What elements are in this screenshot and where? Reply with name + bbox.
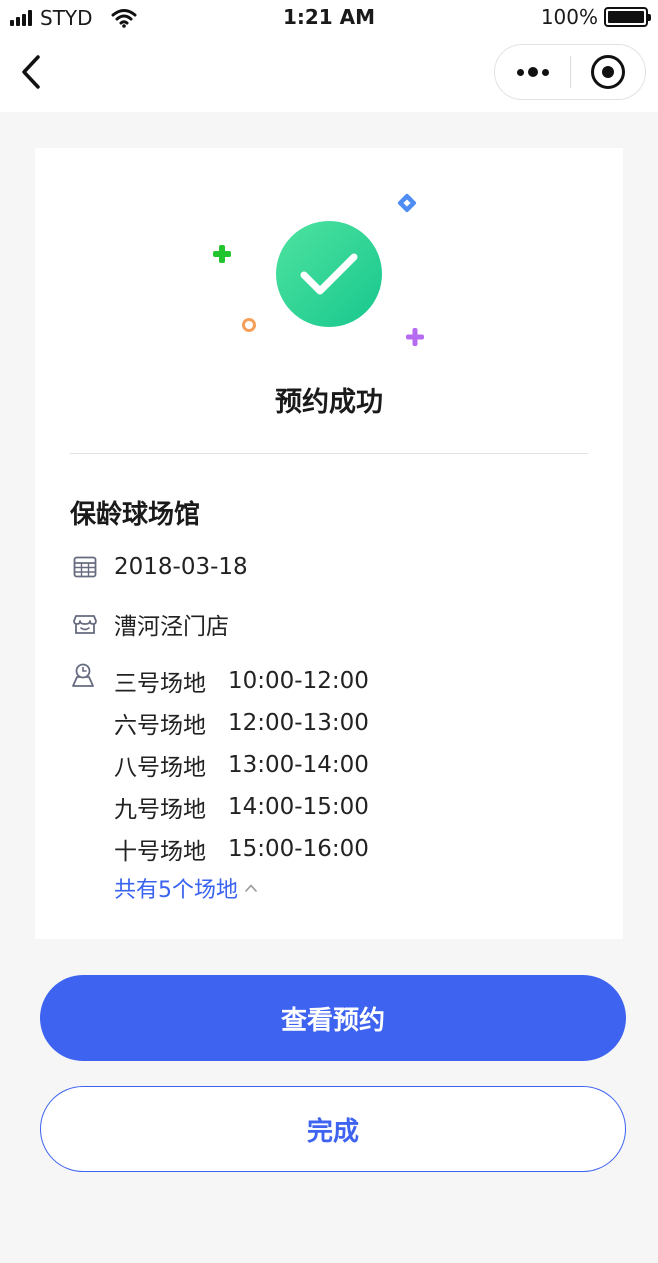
court-name: 六号场地	[114, 713, 206, 739]
plus-purple-icon	[406, 328, 424, 346]
court-time: 12:00-13:00	[228, 710, 369, 736]
booking-result-card: 预约成功 保龄球场馆 2018-03-18 漕河泾门店 三号场地 10:00-1…	[35, 148, 623, 939]
location-time-icon	[70, 662, 100, 692]
status-bar: STYD 1:21 AM 100%	[0, 0, 658, 36]
plus-green-icon	[213, 245, 231, 263]
court-name: 九号场地	[114, 797, 206, 823]
success-title: 预约成功	[275, 387, 383, 418]
court-list: 三号场地 10:00-12:00 六号场地 12:00-13:00 八号场地 1…	[114, 660, 369, 870]
court-row: 八号场地 13:00-14:00	[114, 744, 369, 786]
court-time: 15:00-16:00	[228, 836, 369, 862]
courts-summary: 共有5个场地	[114, 878, 238, 903]
booking-date: 2018-03-18	[114, 554, 248, 580]
checkmark-icon	[300, 253, 358, 295]
store-icon	[70, 609, 100, 639]
view-booking-button[interactable]: 查看预约	[40, 975, 626, 1061]
venue-title: 保龄球场馆	[70, 500, 201, 530]
court-name: 三号场地	[114, 671, 206, 697]
court-row: 九号场地 14:00-15:00	[114, 786, 369, 828]
court-time: 14:00-15:00	[228, 794, 369, 820]
close-button[interactable]	[571, 45, 645, 99]
mini-program-capsule	[494, 44, 646, 100]
court-row: 六号场地 12:00-13:00	[114, 702, 369, 744]
more-button[interactable]	[495, 45, 570, 99]
battery-icon	[604, 7, 651, 27]
done-button[interactable]: 完成	[40, 1086, 626, 1172]
more-dots-icon	[516, 68, 524, 76]
success-illustration: 预约成功	[35, 148, 623, 448]
calendar-icon	[70, 552, 100, 582]
store-row: 漕河泾门店	[70, 607, 229, 641]
ring-orange-icon	[242, 318, 256, 332]
navigation-bar	[0, 36, 658, 112]
chevron-left-icon	[22, 55, 40, 89]
more-dot-right	[541, 68, 549, 76]
court-name: 十号场地	[114, 839, 206, 865]
date-row: 2018-03-18	[70, 552, 248, 582]
court-name: 八号场地	[114, 755, 206, 781]
collapse-courts-toggle[interactable]: 共有5个场地	[114, 872, 258, 904]
target-circle-icon	[590, 55, 625, 89]
check-circle-icon	[276, 221, 382, 327]
court-time: 10:00-12:00	[228, 668, 369, 694]
court-time: 13:00-14:00	[228, 752, 369, 778]
more-dot-center	[527, 67, 538, 77]
diamond-blue-icon	[397, 193, 417, 213]
court-row: 十号场地 15:00-16:00	[114, 828, 369, 870]
back-button[interactable]	[14, 52, 50, 92]
battery-label: 100%	[540, 5, 598, 29]
court-row: 三号场地 10:00-12:00	[114, 660, 369, 702]
chevron-up-icon	[245, 884, 257, 892]
status-right: 100%	[540, 5, 651, 29]
store-name: 漕河泾门店	[114, 614, 229, 640]
divider	[70, 453, 588, 454]
